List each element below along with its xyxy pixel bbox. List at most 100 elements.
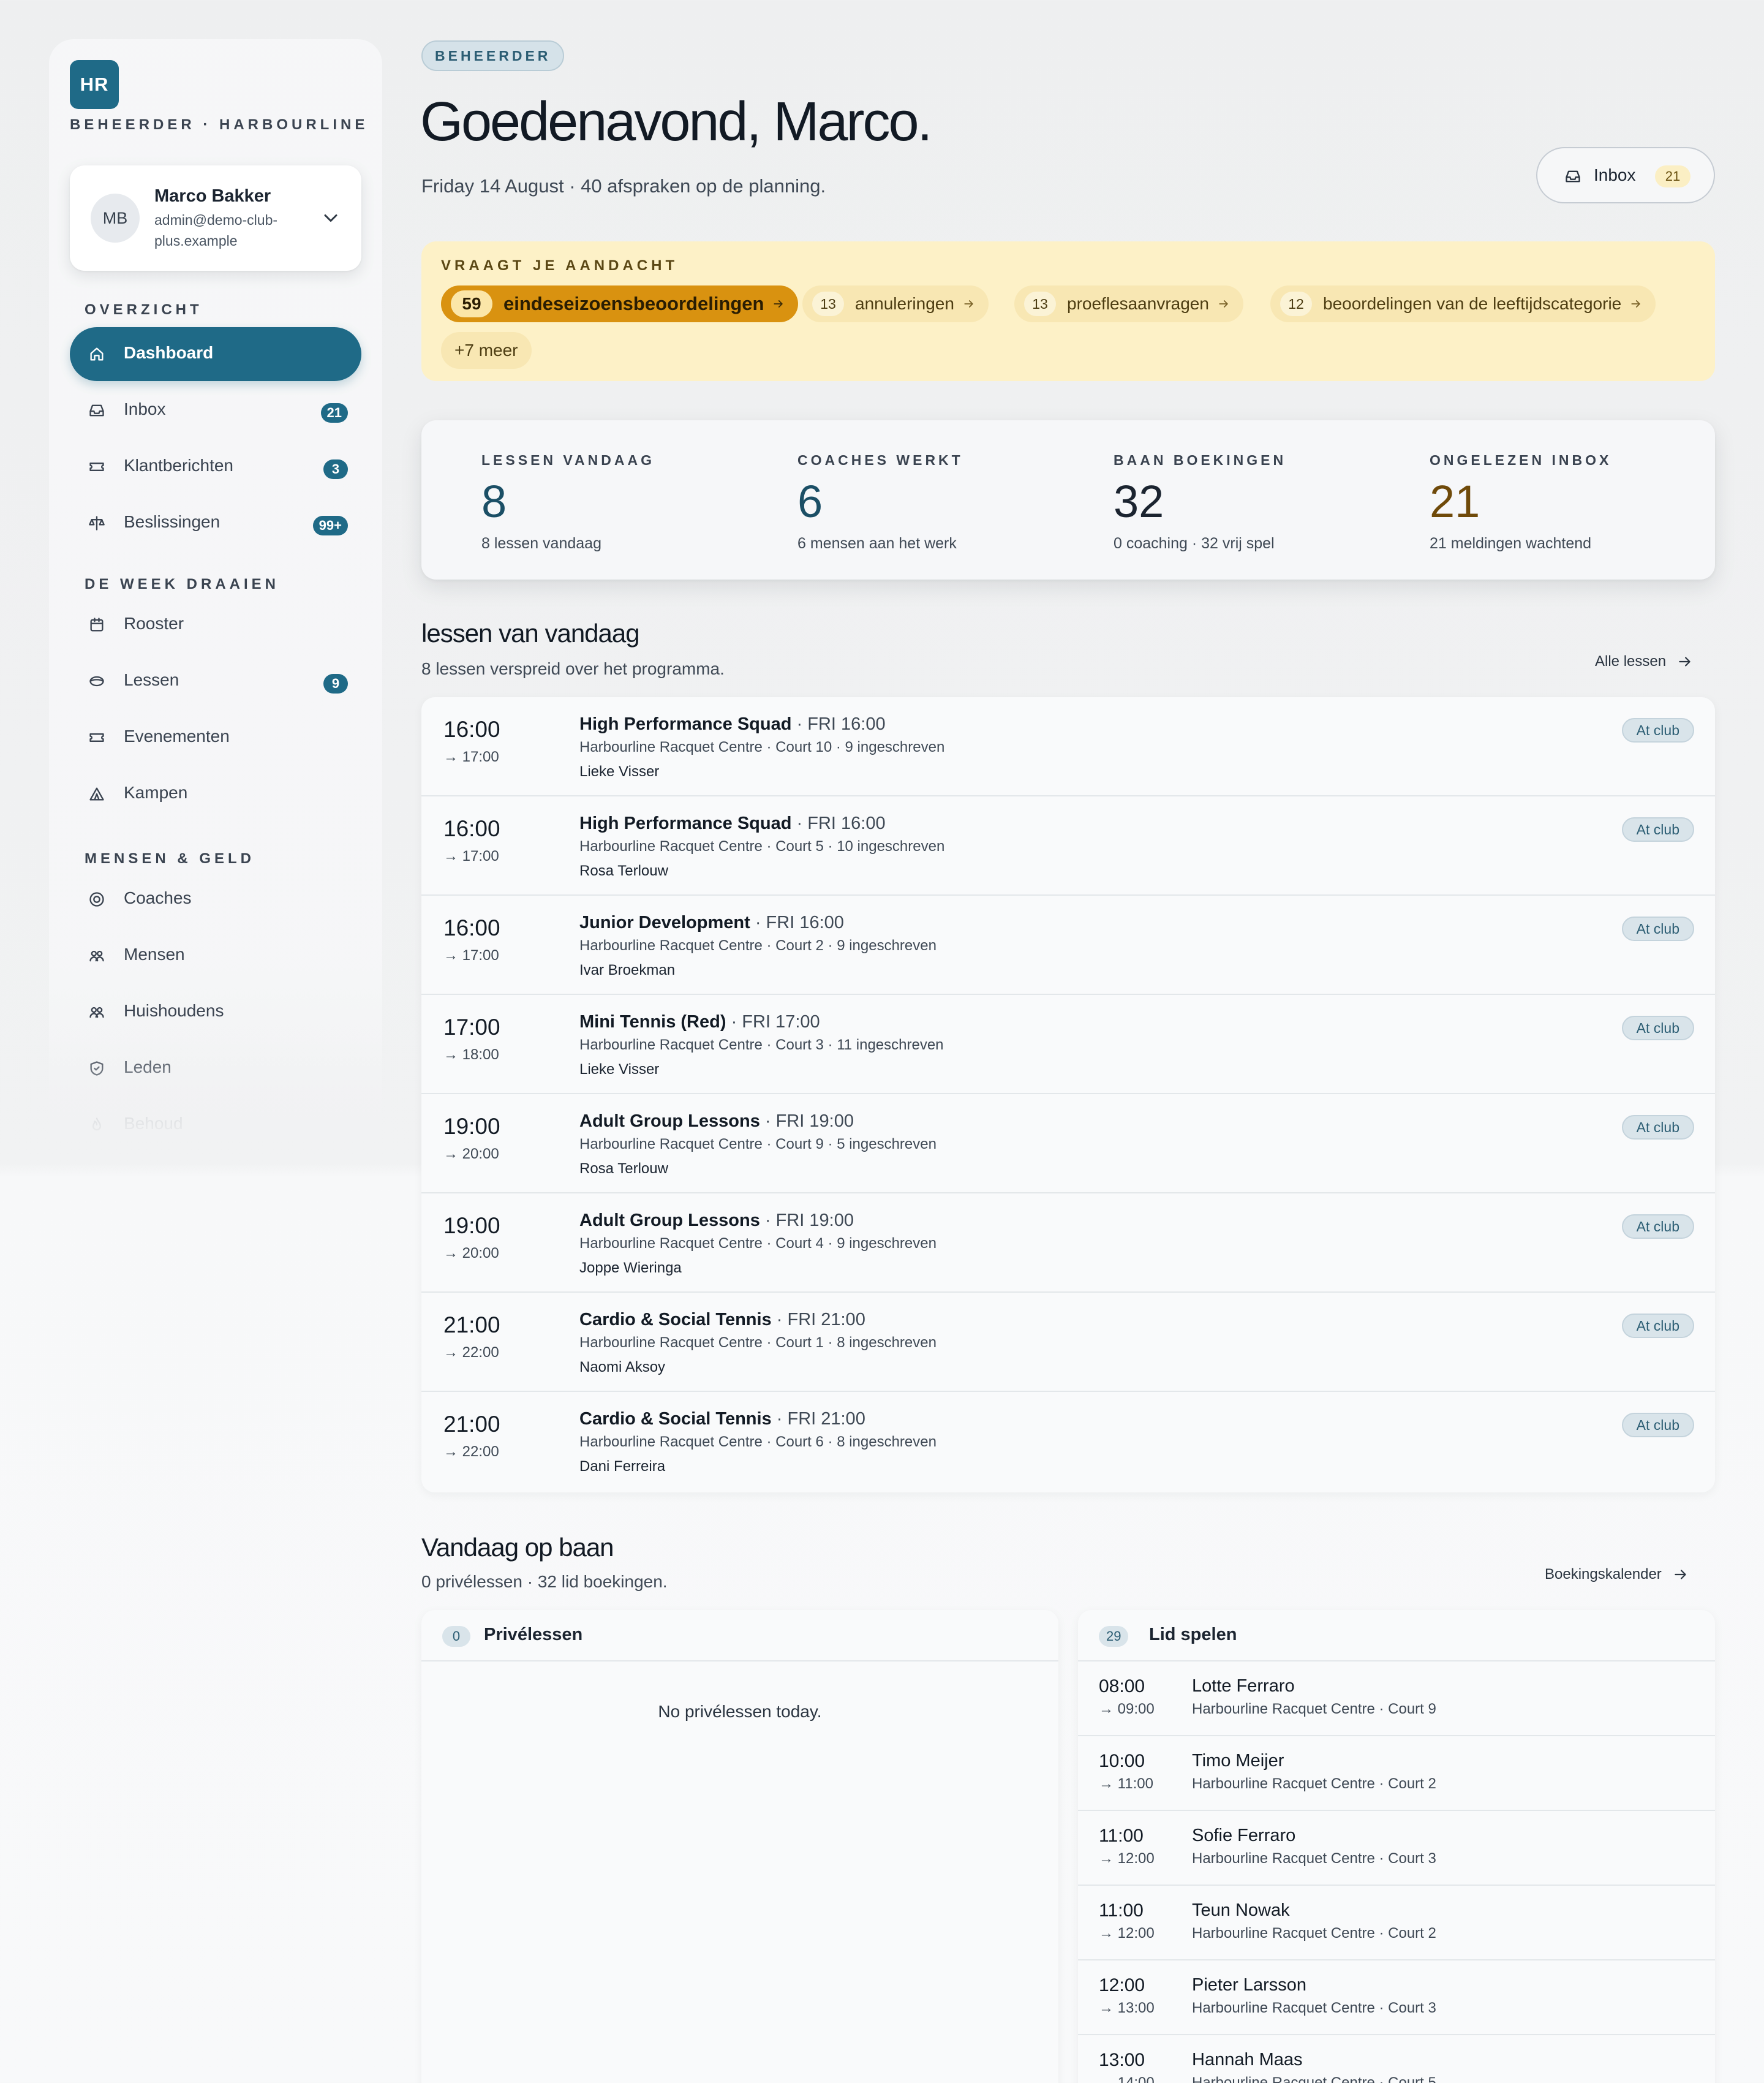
- list-item[interactable]: 10:00 → 11:00 Timo Meijer Harbourline Ra…: [1078, 1736, 1715, 1811]
- lesson-when: · FRI 16:00: [791, 714, 886, 734]
- sidebar-item-rooster[interactable]: Rooster: [70, 598, 361, 652]
- lesson-row[interactable]: 19:00 → 20:00 Adult Group Lessons · FRI …: [421, 1094, 1715, 1193]
- lesson-meta: Harbourline Racquet Centre · Court 2 · 9…: [579, 937, 937, 954]
- sidebar-item-label: Coaches: [124, 888, 192, 907]
- chip-count: 13: [812, 292, 844, 316]
- sidebar-item-label: Inbox: [124, 399, 166, 418]
- lesson-coach: Ivar Broekman: [579, 962, 676, 978]
- stat-note: 6 mensen aan het werk: [797, 535, 957, 552]
- sidebar-item-evenementen[interactable]: Evenementen: [70, 711, 361, 765]
- calendar-icon: [88, 616, 105, 633]
- link-label: Boekingskalender: [1545, 1566, 1662, 1582]
- lesson-title: Cardio & Social Tennis · FRI 21:00: [579, 1409, 865, 1429]
- booking-start-time: 12:00: [1099, 1975, 1145, 1995]
- booking-calendar-link[interactable]: Boekingskalender: [1545, 1566, 1689, 1583]
- sidebar-item-behoud[interactable]: Behoud: [70, 1098, 361, 1152]
- lesson-meta: Harbourline Racquet Centre · Court 5 · 1…: [579, 838, 945, 855]
- lesson-coach: Dani Ferreira: [579, 1458, 666, 1475]
- list-item[interactable]: 11:00 → 12:00 Teun Nowak Harbourline Rac…: [1078, 1886, 1715, 1960]
- booking-location: Harbourline Racquet Centre · Court 2: [1192, 1775, 1436, 1792]
- sidebar-item-huishoudens[interactable]: Huishoudens: [70, 985, 361, 1039]
- chip-label: annuleringen: [855, 294, 954, 313]
- booking-end-time: → 09:00: [1099, 1701, 1155, 1717]
- people-icon: [88, 947, 105, 964]
- all-lessons-link[interactable]: Alle lessen: [1595, 653, 1693, 670]
- booking-location: Harbourline Racquet Centre · Court 3: [1192, 2000, 1436, 2016]
- lesson-name: Mini Tennis (Red): [579, 1012, 726, 1032]
- stat-label: COACHES WERKT: [797, 452, 963, 468]
- stat-unread-inbox: ONGELEZEN INBOX 21 21 meldingen wachtend: [1430, 452, 1611, 553]
- chevron-down-icon[interactable]: [320, 207, 342, 229]
- booking-location: Harbourline Racquet Centre · Court 3: [1192, 1850, 1436, 1867]
- list-item[interactable]: 08:00 → 09:00 Lotte Ferraro Harbourline …: [1078, 1661, 1715, 1736]
- sidebar-item-kampen[interactable]: Kampen: [70, 767, 361, 821]
- sidebar-item-inbox[interactable]: Inbox 21: [70, 384, 361, 437]
- lesson-title: High Performance Squad · FRI 16:00: [579, 714, 886, 735]
- stat-note: 8 lessen vandaag: [481, 535, 601, 552]
- lesson-title: Mini Tennis (Red) · FRI 17:00: [579, 1012, 820, 1032]
- member-play-panel: 29 Lid spelen 08:00 → 09:00 Lotte Ferrar…: [1078, 1610, 1715, 2083]
- lesson-meta: Harbourline Racquet Centre · Court 4 · 9…: [579, 1235, 937, 1252]
- lesson-row[interactable]: 21:00 → 22:00 Cardio & Social Tennis · F…: [421, 1392, 1715, 1491]
- lesson-end-time: → 17:00: [443, 749, 499, 765]
- lesson-when: · FRI 19:00: [760, 1211, 854, 1230]
- attention-chip[interactable]: 13 proeflesaanvragen: [1014, 285, 1243, 322]
- arrow-right-icon: [1630, 298, 1642, 310]
- attention-chip[interactable]: 13 annuleringen: [802, 285, 989, 322]
- lesson-when: · FRI 19:00: [760, 1111, 854, 1131]
- sidebar-item-label: Huishoudens: [124, 1001, 224, 1020]
- lesson-end-time: → 17:00: [443, 947, 499, 964]
- lesson-row[interactable]: 16:00 → 17:00 High Performance Squad · F…: [421, 796, 1715, 896]
- user-switcher[interactable]: MB Marco Bakker admin@demo-club-plus.exa…: [70, 165, 361, 271]
- lesson-name: Adult Group Lessons: [579, 1211, 760, 1230]
- lesson-row[interactable]: 16:00 → 17:00 Junior Development · FRI 1…: [421, 896, 1715, 995]
- panel-header: 0 Privélessen: [421, 1610, 1058, 1661]
- lesson-when: · FRI 16:00: [791, 814, 886, 833]
- inbox-button-label: Inbox: [1594, 165, 1636, 184]
- panel-count-badge: 29: [1099, 1626, 1129, 1647]
- lesson-row[interactable]: 17:00 → 18:00 Mini Tennis (Red) · FRI 17…: [421, 995, 1715, 1094]
- sidebar-item-lessen[interactable]: Lessen 9: [70, 654, 361, 708]
- lesson-row[interactable]: 16:00 → 17:00 High Performance Squad · F…: [421, 697, 1715, 796]
- lesson-name: Cardio & Social Tennis: [579, 1409, 772, 1429]
- lessons-section-title: lessen van vandaag: [421, 619, 640, 648]
- sidebar-item-beslissingen[interactable]: Beslissingen 99+: [70, 496, 361, 550]
- nav-section-week: DE WEEK DRAAIEN: [85, 576, 280, 592]
- user-name: Marco Bakker: [154, 186, 271, 206]
- list-item[interactable]: 11:00 → 12:00 Sofie Ferraro Harbourline …: [1078, 1811, 1715, 1886]
- inbox-count-badge: 21: [1655, 165, 1691, 187]
- page-subtitle: Friday 14 August · 40 afspraken op de pl…: [421, 175, 826, 197]
- sidebar-item-label: Rooster: [124, 614, 184, 633]
- count-badge: 9: [323, 674, 348, 694]
- nav-section-overview: OVERZICHT: [85, 301, 203, 318]
- sidebar-item-label: Evenementen: [124, 727, 230, 746]
- inbox-button[interactable]: Inbox 21: [1536, 147, 1715, 203]
- stat-value: 32: [1114, 476, 1164, 527]
- lesson-meta: Harbourline Racquet Centre · Court 10 · …: [579, 739, 945, 755]
- lesson-meta: Harbourline Racquet Centre · Court 1 · 8…: [579, 1334, 937, 1351]
- empty-state: No privélessen today.: [658, 1702, 822, 1721]
- sidebar-item-leden[interactable]: Leden: [70, 1042, 361, 1095]
- ticket-icon: [88, 458, 105, 475]
- people-icon: [88, 1004, 105, 1021]
- status-badge: At club: [1621, 817, 1694, 842]
- stat-value: 6: [797, 476, 823, 527]
- lesson-name: Junior Development: [579, 913, 750, 932]
- sidebar-item-label: Behoud: [124, 1114, 183, 1133]
- list-item[interactable]: 12:00 → 13:00 Pieter Larsson Harbourline…: [1078, 1960, 1715, 2035]
- brand-logo[interactable]: HR: [70, 60, 119, 109]
- attention-more-button[interactable]: +7 meer: [441, 332, 532, 369]
- courts-section-title: Vandaag op baan: [421, 1533, 614, 1562]
- lesson-row[interactable]: 19:00 → 20:00 Adult Group Lessons · FRI …: [421, 1193, 1715, 1293]
- lesson-start-time: 16:00: [443, 915, 500, 940]
- sidebar-item-klantberichten[interactable]: Klantberichten 3: [70, 440, 361, 494]
- lesson-row[interactable]: 21:00 → 22:00 Cardio & Social Tennis · F…: [421, 1293, 1715, 1392]
- attention-chip[interactable]: 12 beoordelingen van de leeftijdscategor…: [1270, 285, 1656, 322]
- sidebar-item-dashboard[interactable]: Dashboard: [70, 327, 361, 381]
- sidebar-item-coaches[interactable]: Coaches: [70, 872, 361, 926]
- lesson-meta: Harbourline Racquet Centre · Court 9 · 5…: [579, 1136, 937, 1152]
- sidebar-item-mensen[interactable]: Mensen: [70, 929, 361, 983]
- attention-chip[interactable]: 59 eindeseizoensbeoordelingen: [441, 285, 799, 322]
- list-item[interactable]: 13:00 → 14:00 Hannah Maas Harbourline Ra…: [1078, 2035, 1715, 2083]
- stat-note: 0 coaching · 32 vrij spel: [1114, 535, 1275, 552]
